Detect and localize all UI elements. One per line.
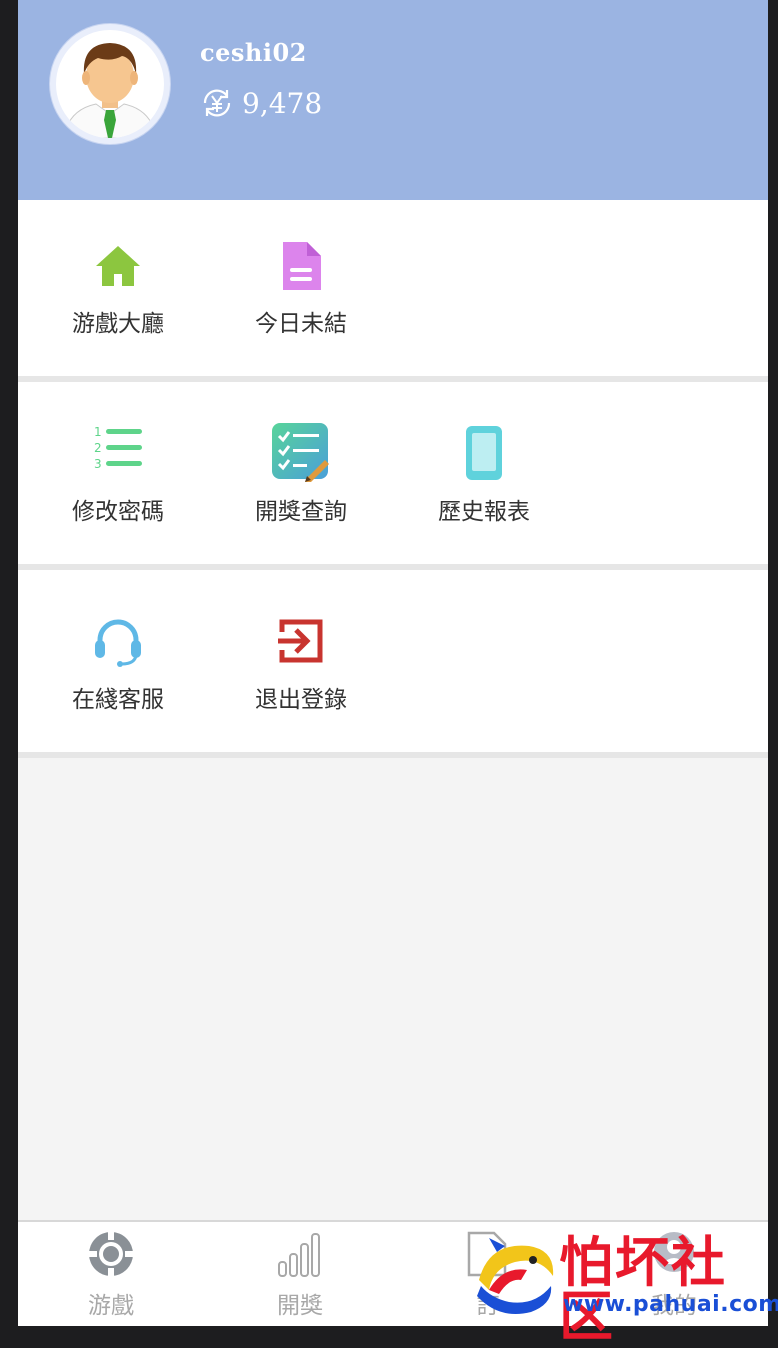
menu-item-history-report[interactable]: 歷史報表	[404, 422, 564, 552]
home-icon	[96, 246, 140, 286]
menu-label-logout: 退出登錄	[255, 687, 347, 713]
menu-section-3: 在綫客服 退出登錄	[18, 570, 768, 752]
menu-item-today-unsettled[interactable]: 今日未結	[221, 240, 381, 370]
fish-logo-icon	[477, 1238, 554, 1314]
menu-item-change-password[interactable]: 1 2 3 修改密碼	[38, 422, 198, 552]
username: ceshi02	[200, 38, 307, 67]
menu-label-today-unsettled: 今日未結	[255, 311, 347, 337]
menu-section-1: 游戲大廳 今日未結	[18, 200, 768, 376]
menu-item-game-hall[interactable]: 游戲大廳	[38, 240, 198, 370]
phone-screen: ceshi02 9,478 游戲大廳 今日未結 1 2 3 修改密碼 開獎查詢 …	[18, 0, 768, 1326]
tablet-icon	[466, 426, 502, 480]
menu-item-logout[interactable]: 退出登錄	[221, 616, 381, 746]
menu-label-lottery-results: 開獎查詢	[255, 499, 347, 525]
svg-text:3: 3	[94, 457, 102, 471]
watermark-title: 怕坏社区	[559, 1231, 727, 1348]
menu-label-game-hall: 游戲大廳	[72, 311, 164, 337]
bar-chart-icon	[278, 1233, 320, 1277]
tab-label-lottery: 開獎	[277, 1293, 323, 1319]
watermark-url: www.pahuai.com	[563, 1292, 778, 1317]
headset-icon	[95, 619, 141, 667]
menu-item-online-service[interactable]: 在綫客服	[38, 616, 198, 746]
svg-text:2: 2	[94, 441, 102, 455]
male-user-avatar-icon	[63, 43, 157, 138]
balance-value: 9,478	[242, 86, 323, 120]
profile-header: ceshi02 9,478	[18, 0, 768, 200]
tab-lottery[interactable]: 開獎	[240, 1222, 360, 1326]
menu-section-2: 1 2 3 修改密碼 開獎查詢 歷史報表	[18, 382, 768, 564]
numbered-list-icon: 1 2 3	[94, 425, 142, 471]
yen-exchange-icon	[203, 89, 231, 117]
divider	[18, 752, 768, 758]
menu-label-online-service: 在綫客服	[72, 687, 164, 713]
avatar[interactable]	[50, 24, 170, 144]
balance-row: 9,478	[200, 86, 322, 120]
game-icon	[89, 1232, 133, 1276]
menu-label-change-password: 修改密碼	[72, 499, 164, 525]
menu-item-lottery-results[interactable]: 開獎查詢	[221, 422, 381, 552]
checklist-icon	[272, 423, 329, 482]
tab-label-game: 游戲	[88, 1293, 134, 1319]
document-icon	[283, 242, 321, 290]
tab-game[interactable]: 游戲	[51, 1222, 171, 1326]
watermark: 怕坏社区 www.pahuai.com	[455, 1230, 778, 1344]
svg-text:1: 1	[94, 425, 102, 439]
logout-icon	[278, 619, 323, 663]
menu-label-history-report: 歷史報表	[438, 499, 530, 525]
